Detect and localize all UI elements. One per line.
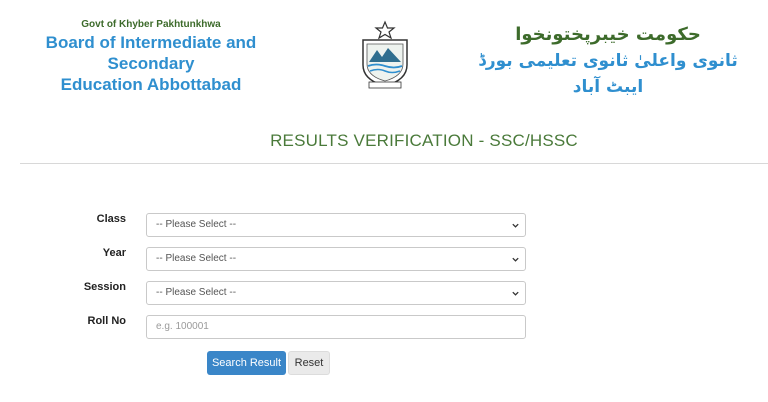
year-select-value: -- Please Select -- xyxy=(156,253,237,264)
reset-button[interactable]: Reset xyxy=(288,351,330,375)
divider xyxy=(20,163,768,164)
search-result-button[interactable]: Search Result xyxy=(207,351,286,375)
chevron-down-icon xyxy=(512,223,519,228)
session-select-value: -- Please Select -- xyxy=(156,287,237,298)
urdu-branding: حکومت خیبرپختونخوا ثانوی واعلیٰ ثانوی تع… xyxy=(458,22,758,100)
roll-no-placeholder: e.g. 100001 xyxy=(156,321,209,332)
year-select[interactable]: -- Please Select -- xyxy=(146,247,526,271)
class-label: Class xyxy=(96,213,126,225)
roll-no-row: Roll No e.g. 100001 xyxy=(0,315,768,341)
session-label: Session xyxy=(83,281,126,293)
class-select[interactable]: -- Please Select -- xyxy=(146,213,526,237)
board-name-line2: Education Abbottabad xyxy=(60,75,242,94)
board-name-line1: Board of Intermediate and Secondary xyxy=(45,33,257,73)
session-row: Session -- Please Select -- xyxy=(0,281,768,307)
session-select[interactable]: -- Please Select -- xyxy=(146,281,526,305)
roll-no-input[interactable]: e.g. 100001 xyxy=(146,315,526,339)
english-branding: Govt of Khyber Pakhtunkhwa Board of Inte… xyxy=(0,18,302,95)
board-logo-icon xyxy=(362,20,408,89)
urdu-govt-label: حکومت خیبرپختونخوا xyxy=(515,24,701,45)
page-title: RESULTS VERIFICATION - SSC/HSSC xyxy=(20,131,768,151)
year-row: Year -- Please Select -- xyxy=(0,247,768,273)
chevron-down-icon xyxy=(512,291,519,296)
year-label: Year xyxy=(102,247,126,259)
class-select-value: -- Please Select -- xyxy=(156,219,237,230)
urdu-board-name: ثانوی واعلیٰ ثانوی تعلیمی بورڈ ایبٹ آباد xyxy=(478,51,738,97)
govt-label: Govt of Khyber Pakhtunkhwa xyxy=(81,19,221,30)
chevron-down-icon xyxy=(512,257,519,262)
site-header: Govt of Khyber Pakhtunkhwa Board of Inte… xyxy=(0,0,768,110)
roll-no-label: Roll No xyxy=(87,315,127,327)
class-row: Class -- Please Select -- xyxy=(0,213,768,239)
page-title-text: RESULTS VERIFICATION - SSC/HSSC xyxy=(270,131,578,150)
